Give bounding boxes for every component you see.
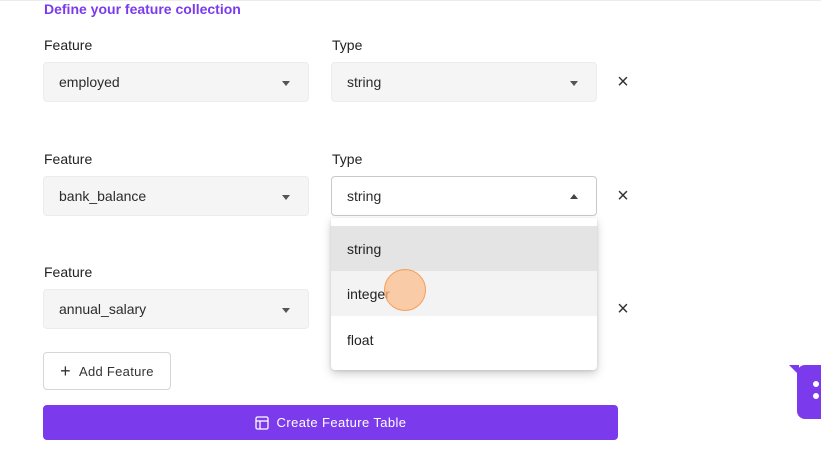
feature-select-value: employed [59,74,120,90]
plus-icon: + [60,361,71,381]
close-icon[interactable]: × [613,299,633,319]
create-feature-table-label: Create Feature Table [276,415,407,430]
chevron-down-icon [282,195,290,200]
close-icon[interactable]: × [613,186,633,206]
type-select-value: string [347,74,382,90]
chevron-up-icon [570,194,578,199]
type-label: Type [332,151,363,167]
chevron-down-icon [282,308,290,313]
feature-select-1[interactable]: employed [43,62,309,102]
widget-dot [813,381,819,387]
type-select-value: string [347,188,382,204]
feature-select-3[interactable]: annual_salary [43,289,309,329]
chevron-down-icon [570,81,578,86]
widget-notch [789,365,799,375]
feature-select-2[interactable]: bank_balance [43,176,309,216]
type-label: Type [332,37,363,53]
dropdown-option-float[interactable]: float [331,317,597,362]
feature-select-value: annual_salary [59,301,147,317]
type-select-2[interactable]: string [331,176,597,216]
cursor-highlight [384,269,426,311]
close-icon[interactable]: × [613,72,633,92]
create-feature-table-button[interactable]: Create Feature Table [43,405,618,440]
add-feature-button[interactable]: + Add Feature [43,352,171,390]
feature-label: Feature [44,264,93,280]
type-dropdown-menu: string integer float [331,218,597,370]
widget-dot [813,393,819,399]
type-select-1[interactable]: string [331,62,597,102]
chat-widget-icon[interactable] [789,365,821,419]
dropdown-option-integer[interactable]: integer [331,271,597,316]
table-icon [254,415,269,430]
chevron-down-icon [282,81,290,86]
feature-label: Feature [44,151,93,167]
feature-label: Feature [44,37,93,53]
dropdown-option-string[interactable]: string [331,226,597,271]
feature-select-value: bank_balance [59,188,147,204]
section-title: Define your feature collection [44,1,241,17]
add-feature-label: Add Feature [78,363,154,379]
